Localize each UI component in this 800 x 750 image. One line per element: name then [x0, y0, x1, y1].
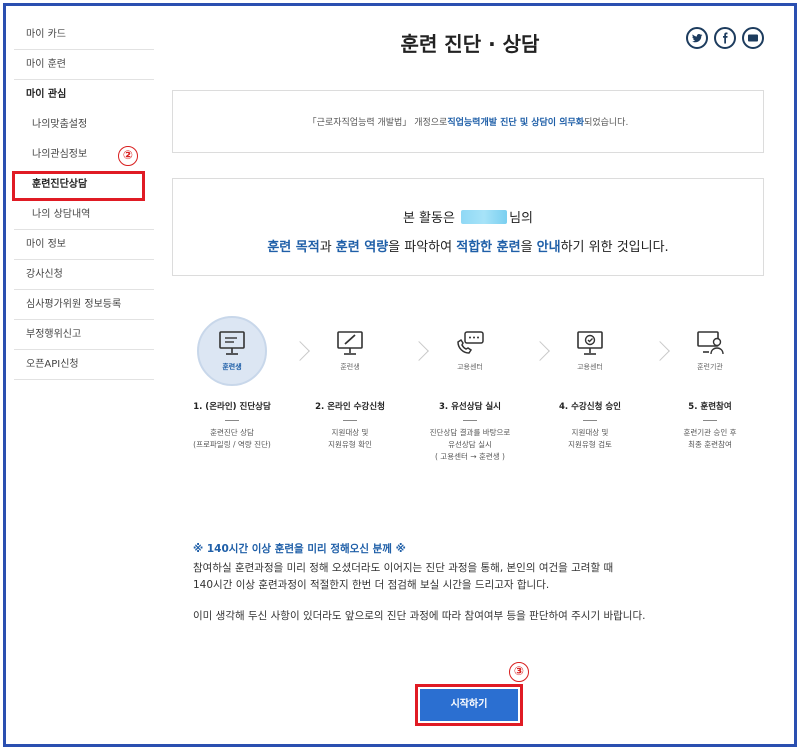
- sidebar-item-my-interest[interactable]: 마이 관심: [14, 80, 154, 110]
- step-3-title: 3. 유선상담 실시: [439, 402, 501, 412]
- step-1-divider: [225, 420, 239, 421]
- sidebar-item-fraud-report[interactable]: 부정행위신고: [14, 320, 154, 350]
- notice-suffix: 되었습니다.: [584, 118, 629, 128]
- step-1-desc-2: (프로파일링 / 역량 진단): [193, 440, 271, 449]
- step-5-role: 훈련기관: [697, 363, 723, 371]
- sidebar-item-my-info[interactable]: 마이 정보: [14, 230, 154, 260]
- info-paragraph-1: 참여하실 훈련과정을 미리 정해 오셨더라도 이어지는 진단 과정을 통해, 본…: [193, 562, 614, 574]
- step-3-desc-1: 진단상담 결과를 바탕으로: [429, 428, 511, 437]
- sidebar-item-instructor-apply[interactable]: 강사신청: [14, 260, 154, 290]
- law-notice-box: 「근로자직업능력 개발법」 개정으로 직업능력개발 진단 및 상담이 의무화 되…: [172, 90, 764, 153]
- sidebar-highlight-box: [12, 171, 145, 201]
- sidebar-item-evaluator-register[interactable]: 심사평가위원 정보등록: [14, 290, 154, 320]
- step-4: 고용센터 4. 수강신청 승인 지원대상 및 지원유형 검토: [530, 316, 650, 451]
- sidebar-item-my-card[interactable]: 마이 카드: [14, 20, 154, 50]
- sidebar-item-custom-settings[interactable]: 나의맞춤설정: [14, 110, 154, 140]
- phone-chat-icon: [457, 331, 484, 354]
- step-3-divider: [463, 420, 477, 421]
- step-3: 고용센터 3. 유선상담 실시 진단상담 결과를 바탕으로 유선상담 실시 ( …: [410, 316, 530, 463]
- step-4-desc-1: 지원대상 및: [571, 428, 609, 437]
- step-5-divider: [703, 420, 717, 421]
- step-2-role: 훈련생: [340, 363, 360, 371]
- notice-prefix: 「근로자직업능력 개발법」 개정으로: [307, 118, 448, 128]
- info-paragraph-3: 이미 생각해 두신 사항이 있더라도 앞으로의 진단 과정에 따라 참여여부 등…: [193, 610, 646, 622]
- step-3-circle: 고용센터: [435, 316, 505, 386]
- intro-line-2: 훈련 목적과 훈련 역량을 파악하여 적합한 훈련을 안내하기 위한 것입니다.: [173, 236, 763, 255]
- start-button[interactable]: 시작하기: [420, 689, 518, 721]
- monitor-icon: [219, 331, 245, 355]
- step-3-desc-3: ( 고용센터 → 훈련생 ): [435, 452, 505, 461]
- step-5-desc-1: 훈련기관 승인 후: [683, 428, 737, 437]
- intro-text-1: 과: [319, 240, 336, 255]
- step-4-circle: 고용센터: [555, 316, 625, 386]
- step-1-title: 1. (온라인) 진단상담: [193, 402, 271, 412]
- sidebar-item-consult-history[interactable]: 나의 상담내역: [14, 200, 154, 230]
- intro-word-1: 훈련 목적: [267, 240, 320, 255]
- info-heading: ※ 140시간 이상 훈련을 미리 정해오신 분께 ※: [193, 543, 406, 555]
- step-3-role: 고용센터: [457, 363, 483, 371]
- annotation-marker-3: ③: [509, 662, 529, 682]
- step-2-divider: [343, 420, 357, 421]
- step-1-desc-1: 훈련진단 상담: [210, 428, 254, 437]
- info-section: ※ 140시간 이상 훈련을 미리 정해오신 분께 ※ 참여하실 훈련과정을 미…: [193, 541, 733, 625]
- intro-line-1: 본 활동은 님의: [173, 207, 763, 226]
- step-5-circle: 훈련기관: [675, 316, 745, 386]
- step-4-desc-2: 지원유형 검토: [568, 440, 612, 449]
- intro-text-3: 을: [520, 240, 537, 255]
- message-icon[interactable]: [742, 27, 764, 49]
- step-2-desc-2: 지원유형 확인: [328, 440, 372, 449]
- pen-monitor-icon: [337, 331, 363, 355]
- intro-box: 본 활동은 님의 훈련 목적과 훈련 역량을 파악하여 적합한 훈련을 안내하기…: [172, 178, 764, 276]
- step-1-circle: 훈련생: [197, 316, 267, 386]
- step-5-title: 5. 훈련참여: [688, 402, 732, 412]
- step-2-circle: 훈련생: [315, 316, 385, 386]
- step-4-divider: [583, 420, 597, 421]
- step-2-desc-1: 지원대상 및: [331, 428, 369, 437]
- step-2: 훈련생 2. 온라인 수강신청 지원대상 및 지원유형 확인: [290, 316, 410, 451]
- intro-prefix: 본 활동은: [402, 211, 455, 226]
- step-1-role: 훈련생: [222, 363, 242, 371]
- sidebar-item-my-training[interactable]: 마이 훈련: [14, 50, 154, 80]
- annotation-marker-2: ②: [118, 146, 138, 166]
- step-5-desc-2: 최종 훈련참여: [688, 440, 732, 449]
- info-paragraph-2: 140시간 이상 훈련과정이 적절한지 한번 더 점검해 보실 시간을 드리고자…: [193, 579, 550, 591]
- intro-word-4: 안내: [536, 240, 561, 255]
- info-gap: [193, 594, 733, 608]
- twitter-icon[interactable]: [686, 27, 708, 49]
- step-4-title: 4. 수강신청 승인: [559, 402, 621, 412]
- process-steps: 훈련생 1. (온라인) 진단상담 훈련진단 상담 (프로파일링 / 역량 진단…: [172, 316, 772, 476]
- notice-highlight: 직업능력개발 진단 및 상담이 의무화: [447, 118, 585, 128]
- intro-suffix: 님의: [509, 211, 534, 226]
- step-3-desc-2: 유선상담 실시: [448, 440, 492, 449]
- intro-word-2: 훈련 역량: [335, 240, 389, 255]
- sidebar-item-open-api[interactable]: 오픈API신청: [14, 350, 154, 380]
- blurred-user-name: [461, 210, 508, 224]
- intro-text-4: 하기 위한 것입니다.: [560, 240, 669, 255]
- step-2-title: 2. 온라인 수강신청: [315, 402, 385, 412]
- page-title: 훈련 진단 · 상담: [400, 32, 540, 56]
- intro-word-3: 적합한 훈련: [456, 240, 521, 255]
- step-5: 훈련기관 5. 훈련참여 훈련기관 승인 후 최종 훈련참여: [650, 316, 770, 451]
- check-monitor-icon: [577, 331, 603, 355]
- step-1: 훈련생 1. (온라인) 진단상담 훈련진단 상담 (프로파일링 / 역량 진단…: [172, 316, 292, 451]
- step-4-role: 고용센터: [577, 363, 603, 371]
- person-monitor-icon: [697, 331, 724, 355]
- intro-text-2: 을 파악하여: [388, 240, 457, 255]
- facebook-icon[interactable]: [714, 27, 736, 49]
